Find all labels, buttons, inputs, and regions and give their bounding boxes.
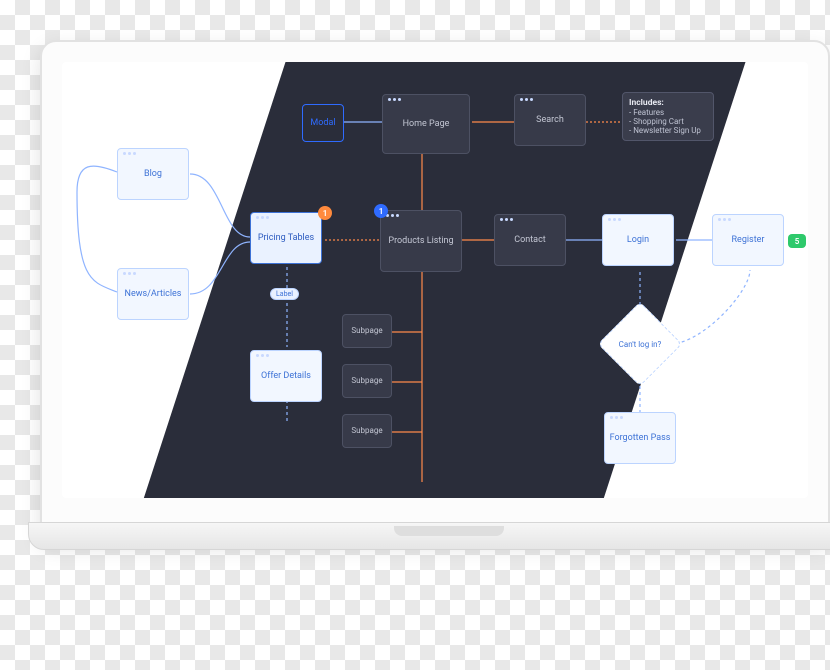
node-label: Search: [536, 115, 564, 125]
node-label: Login: [627, 235, 649, 245]
node-blog[interactable]: Blog: [117, 148, 189, 200]
label-pill[interactable]: Label: [270, 288, 299, 300]
note-item: - Features: [629, 108, 664, 117]
node-label: Register: [732, 235, 765, 245]
badge-value: 5: [795, 237, 800, 246]
node-label: Home Page: [403, 119, 450, 129]
sitemap-canvas[interactable]: Modal Home Page Search Includes: - Featu…: [62, 62, 808, 498]
node-search[interactable]: Search: [514, 94, 586, 146]
note-title: Includes:: [629, 98, 664, 108]
label-text: Label: [276, 290, 293, 298]
node-modal[interactable]: Modal: [302, 104, 344, 142]
node-home-page[interactable]: Home Page: [382, 94, 470, 154]
node-subpage-1[interactable]: Subpage: [342, 314, 392, 348]
node-label: Offer Details: [261, 371, 311, 381]
node-label: Blog: [144, 169, 162, 179]
badge-products: 1: [374, 204, 388, 218]
node-subpage-3[interactable]: Subpage: [342, 414, 392, 448]
node-label: Subpage: [351, 426, 382, 435]
node-label: Modal: [310, 118, 335, 128]
node-products-listing[interactable]: Products Listing: [380, 210, 462, 272]
badge-pricing: 1: [318, 206, 332, 220]
node-label: Pricing Tables: [258, 233, 314, 243]
badge-value: 1: [323, 209, 328, 218]
node-label: Forgotten Pass: [610, 433, 671, 443]
screen: Modal Home Page Search Includes: - Featu…: [62, 62, 808, 498]
note-item: - Newsletter Sign Up: [629, 126, 701, 135]
node-label: Contact: [514, 235, 545, 245]
node-forgotten-pass[interactable]: Forgotten Pass: [604, 412, 676, 464]
node-label: News/Articles: [125, 289, 182, 299]
node-offer-details[interactable]: Offer Details: [250, 350, 322, 402]
includes-note[interactable]: Includes: - Features - Shopping Cart - N…: [622, 92, 714, 141]
decision-label: Can't log in?: [611, 315, 669, 373]
node-news-articles[interactable]: News/Articles: [117, 268, 189, 320]
badge-value: 1: [379, 207, 384, 216]
node-login[interactable]: Login: [602, 214, 674, 266]
node-contact[interactable]: Contact: [494, 214, 566, 266]
note-item: - Shopping Cart: [629, 117, 684, 126]
node-label: Subpage: [351, 326, 382, 335]
badge-register: 5: [788, 234, 806, 248]
node-label: Subpage: [351, 376, 382, 385]
node-register[interactable]: Register: [712, 214, 784, 266]
node-label: Products Listing: [388, 236, 453, 246]
laptop-base: [28, 522, 830, 550]
node-subpage-2[interactable]: Subpage: [342, 364, 392, 398]
laptop-mockup: Modal Home Page Search Includes: - Featu…: [40, 40, 830, 540]
node-pricing-tables[interactable]: Pricing Tables: [250, 212, 322, 264]
